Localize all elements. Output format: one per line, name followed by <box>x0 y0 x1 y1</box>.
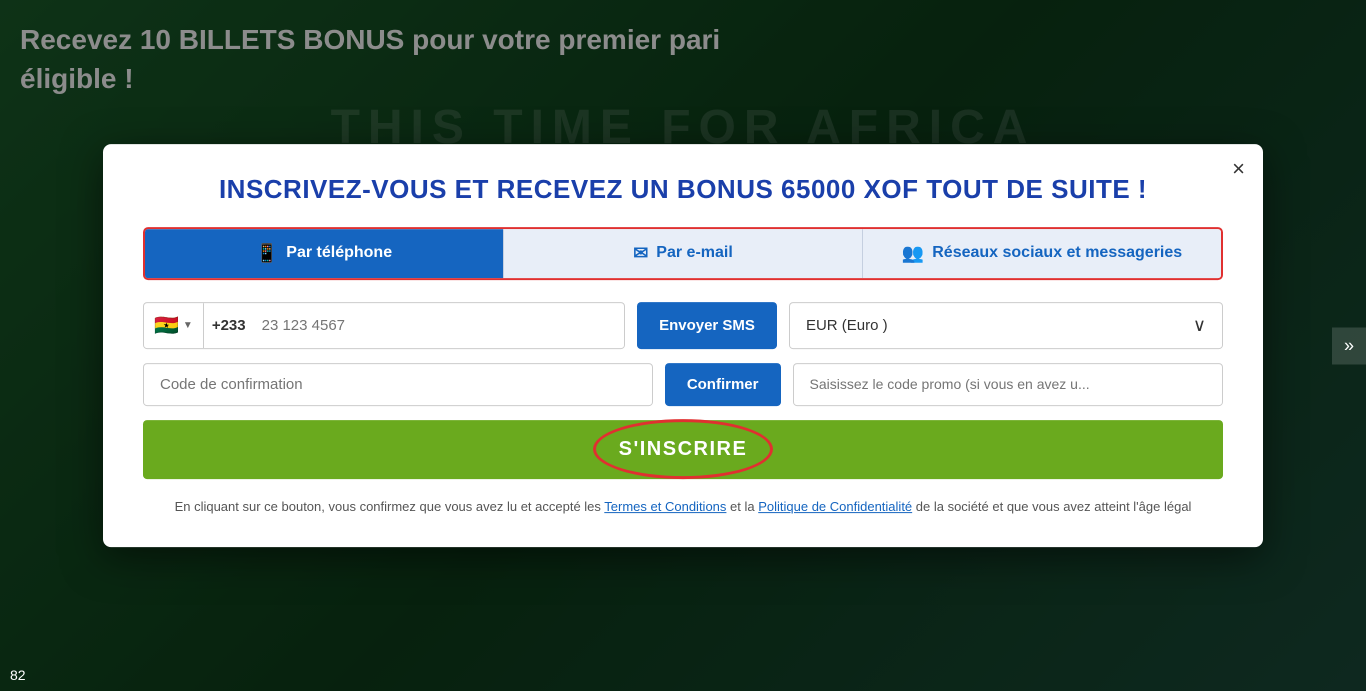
register-button[interactable]: S'INSCRIRE <box>143 420 1223 479</box>
phone-row: 🇬🇭 ▼ +233 Envoyer SMS EUR (Euro ) ∨ <box>143 302 1223 349</box>
legal-text-after: de la société et que vous avez atteint l… <box>912 499 1191 514</box>
tab-phone[interactable]: 📱 Par téléphone <box>145 229 503 278</box>
currency-chevron-icon: ∨ <box>1193 315 1206 336</box>
send-sms-button[interactable]: Envoyer SMS <box>637 302 777 349</box>
legal-text-before: En cliquant sur ce bouton, vous confirme… <box>175 499 605 514</box>
side-nav-right: » <box>1332 327 1366 364</box>
page-number: 82 <box>10 667 26 683</box>
confirmation-row: Confirmer <box>143 363 1223 406</box>
registration-tabs: 📱 Par téléphone ✉ Par e-mail 👥 Réseaux s… <box>143 227 1223 280</box>
confirm-button[interactable]: Confirmer <box>665 363 781 406</box>
social-icon: 👥 <box>902 243 924 264</box>
phone-prefix: +233 <box>204 317 254 334</box>
privacy-link[interactable]: Politique de Confidentialité <box>758 499 912 514</box>
tab-social-label: Réseaux sociaux et messageries <box>932 244 1182 262</box>
phone-icon: 📱 <box>256 243 278 264</box>
modal-title: INSCRIVEZ-VOUS ET RECEVEZ UN BONUS 65000… <box>143 174 1223 205</box>
currency-select[interactable]: EUR (Euro ) ∨ <box>789 302 1223 349</box>
next-arrow-button[interactable]: » <box>1332 327 1366 364</box>
phone-input-group: 🇬🇭 ▼ +233 <box>143 302 625 349</box>
tab-email[interactable]: ✉ Par e-mail <box>503 229 862 278</box>
currency-value: EUR (Euro ) <box>806 317 888 334</box>
legal-text-middle: et la <box>726 499 758 514</box>
tab-email-label: Par e-mail <box>656 244 732 262</box>
email-icon: ✉ <box>633 243 648 264</box>
confirmation-code-input[interactable] <box>143 363 653 406</box>
tab-social[interactable]: 👥 Réseaux sociaux et messageries <box>862 229 1221 278</box>
flag-selector[interactable]: 🇬🇭 ▼ <box>144 303 204 348</box>
register-button-wrapper: S'INSCRIRE <box>143 420 1223 479</box>
terms-link[interactable]: Termes et Conditions <box>604 499 726 514</box>
registration-modal: × INSCRIVEZ-VOUS ET RECEVEZ UN BONUS 650… <box>103 144 1263 548</box>
promo-code-input[interactable] <box>793 363 1224 406</box>
phone-number-input[interactable] <box>254 305 624 346</box>
close-button[interactable]: × <box>1232 158 1245 180</box>
flag-emoji: 🇬🇭 <box>154 313 179 338</box>
legal-text: En cliquant sur ce bouton, vous confirme… <box>143 497 1223 518</box>
tab-phone-label: Par téléphone <box>286 244 392 262</box>
flag-chevron-icon: ▼ <box>183 320 193 331</box>
